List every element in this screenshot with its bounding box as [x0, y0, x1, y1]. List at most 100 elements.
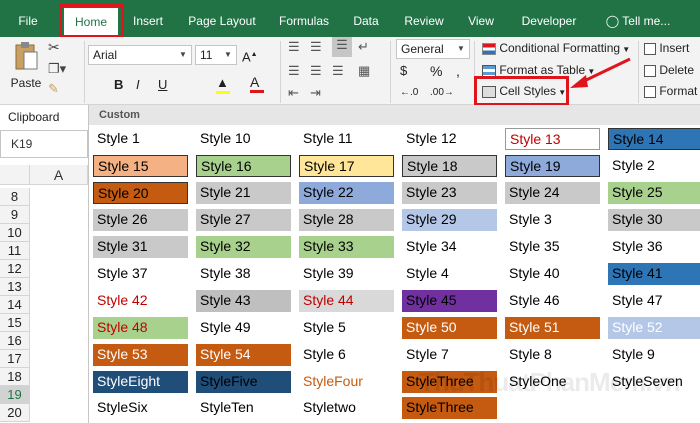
row-header[interactable]: 17: [0, 350, 30, 368]
row-header[interactable]: 20: [0, 404, 30, 422]
row-header[interactable]: 11: [0, 242, 30, 260]
tab-developer[interactable]: Developer: [514, 0, 584, 37]
cell-style-item[interactable]: Style 27: [196, 209, 291, 231]
insert-cells-button[interactable]: Insert: [644, 40, 689, 56]
wrap-text-icon[interactable]: ↵: [358, 39, 369, 55]
row-header[interactable]: 8: [0, 188, 30, 206]
column-header-a[interactable]: A: [30, 165, 88, 185]
cell-style-item[interactable]: Style 32: [196, 236, 291, 258]
decrease-decimal-icon[interactable]: .00→: [430, 85, 454, 101]
row-header[interactable]: 13: [0, 278, 30, 296]
cell-style-item[interactable]: Style 16: [196, 155, 291, 177]
cell-style-item[interactable]: StyleFour: [299, 371, 394, 393]
format-painter-icon[interactable]: ✎: [48, 81, 59, 97]
tell-me-search[interactable]: ◯ Tell me...: [598, 0, 678, 37]
cell-style-item[interactable]: Style 19: [505, 155, 600, 177]
cell-style-item[interactable]: Style 47: [608, 290, 700, 312]
cut-icon[interactable]: ✂: [48, 39, 60, 55]
cell-style-item[interactable]: Style 43: [196, 290, 291, 312]
cell-style-item[interactable]: Style 18: [402, 155, 497, 177]
italic-button[interactable]: I: [136, 77, 140, 93]
cell-style-item[interactable]: Style 14: [608, 128, 700, 150]
cell-style-item[interactable]: Style 7: [402, 344, 497, 366]
cell-style-item[interactable]: Style 29: [402, 209, 497, 231]
delete-cells-button[interactable]: Delete: [644, 62, 694, 78]
cell-style-item[interactable]: Style 42: [93, 290, 188, 312]
cell-style-item[interactable]: Style 6: [299, 344, 394, 366]
align-bottom-icon[interactable]: ☰: [332, 37, 352, 57]
outdent-icon[interactable]: ⇥: [310, 85, 321, 101]
align-left-icon[interactable]: ☰: [288, 63, 300, 79]
row-header[interactable]: 10: [0, 224, 30, 242]
number-format-dropdown[interactable]: General ▼: [396, 39, 470, 59]
tab-file[interactable]: File: [8, 0, 48, 37]
grow-font-icon[interactable]: A▲: [242, 47, 258, 65]
cell-style-item[interactable]: Style 9: [608, 344, 700, 366]
cell-style-item[interactable]: Style 10: [196, 128, 291, 150]
cell-style-item[interactable]: Style 1: [93, 128, 188, 150]
paste-button[interactable]: Paste: [8, 41, 44, 91]
increase-decimal-icon[interactable]: ←.0: [400, 85, 418, 101]
select-all-corner[interactable]: [0, 165, 30, 185]
cell-style-item[interactable]: Style 5: [299, 317, 394, 339]
cell-style-item[interactable]: Style 17: [299, 155, 394, 177]
cell-style-item[interactable]: Styletwo: [299, 397, 394, 419]
cell-style-item[interactable]: Style 30: [608, 209, 700, 231]
cell-style-item[interactable]: Style 15: [93, 155, 188, 177]
cell-style-item[interactable]: Style 31: [93, 236, 188, 258]
align-top-icon[interactable]: ☰: [288, 39, 300, 55]
cell-style-item[interactable]: Style 13: [505, 128, 600, 150]
cell-style-item[interactable]: StyleTen: [196, 397, 291, 419]
name-box[interactable]: K19: [0, 130, 88, 158]
row-header[interactable]: 15: [0, 314, 30, 332]
cell-style-item[interactable]: Style 53: [93, 344, 188, 366]
fill-color-icon[interactable]: ▲: [216, 75, 230, 94]
cell-style-item[interactable]: Style 26: [93, 209, 188, 231]
cell-style-item[interactable]: Style 49: [196, 317, 291, 339]
underline-button[interactable]: U: [158, 77, 167, 93]
cell-style-item[interactable]: Style 23: [402, 182, 497, 204]
cell-style-item[interactable]: Style 48: [93, 317, 188, 339]
row-header[interactable]: 19: [0, 386, 30, 404]
cell-style-item[interactable]: Style 25: [608, 182, 700, 204]
cell-style-item[interactable]: Style 51: [505, 317, 600, 339]
cell-style-item[interactable]: Style 45: [402, 290, 497, 312]
cell-style-item[interactable]: Style 11: [299, 128, 394, 150]
cell-style-item[interactable]: Style 8: [505, 344, 600, 366]
row-header[interactable]: 9: [0, 206, 30, 224]
cell-style-item[interactable]: Style 46: [505, 290, 600, 312]
cell-style-item[interactable]: Style 52: [608, 317, 700, 339]
cell-style-item[interactable]: StyleSix: [93, 397, 188, 419]
cell-style-item[interactable]: Style 35: [505, 236, 600, 258]
cell-style-item[interactable]: StyleEight: [93, 371, 188, 393]
indent-icon[interactable]: ⇤: [288, 85, 299, 101]
cell-style-item[interactable]: Style 44: [299, 290, 394, 312]
align-center-icon[interactable]: ☰: [310, 63, 322, 79]
cell-style-item[interactable]: Style 36: [608, 236, 700, 258]
cell-style-item[interactable]: Style 41: [608, 263, 700, 285]
font-name-dropdown[interactable]: Arial ▼: [88, 45, 192, 65]
cell-style-item[interactable]: Style 54: [196, 344, 291, 366]
cell-style-item[interactable]: Style 4: [402, 263, 497, 285]
tab-insert[interactable]: Insert: [128, 0, 168, 37]
align-right-icon[interactable]: ☰: [332, 63, 344, 79]
tab-formulas[interactable]: Formulas: [272, 0, 336, 37]
cell-style-item[interactable]: Style 24: [505, 182, 600, 204]
cell-style-item[interactable]: StyleThree: [402, 397, 497, 419]
merge-icon[interactable]: ▦: [358, 63, 370, 79]
cell-style-item[interactable]: StyleFive: [196, 371, 291, 393]
percent-button[interactable]: %: [430, 63, 442, 79]
copy-icon[interactable]: ❐▾: [48, 61, 66, 77]
font-color-icon[interactable]: A: [250, 74, 264, 93]
cell-style-item[interactable]: Style 34: [402, 236, 497, 258]
cell-style-item[interactable]: Style 2: [608, 155, 700, 177]
font-size-dropdown[interactable]: 11 ▼: [195, 45, 237, 65]
cell-style-item[interactable]: Style 12: [402, 128, 497, 150]
cell-style-item[interactable]: Style 3: [505, 209, 600, 231]
align-middle-icon[interactable]: ☰: [310, 39, 322, 55]
row-header[interactable]: 12: [0, 260, 30, 278]
bold-button[interactable]: B: [114, 77, 123, 93]
row-header[interactable]: 14: [0, 296, 30, 314]
tab-data[interactable]: Data: [347, 0, 385, 37]
cell-style-item[interactable]: Style 21: [196, 182, 291, 204]
